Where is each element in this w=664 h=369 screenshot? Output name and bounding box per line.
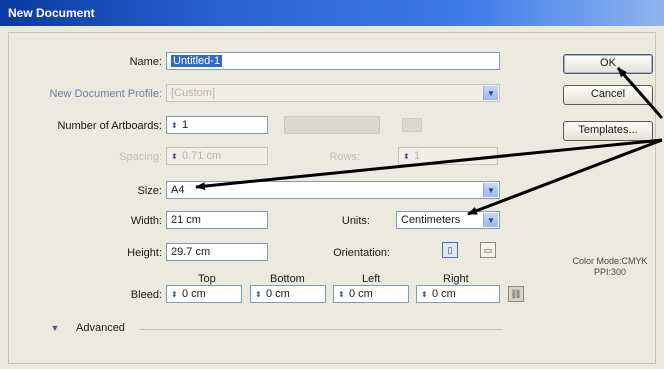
new-document-dialog: Name: Untitled-1 New Document Profile: [… — [0, 26, 664, 369]
size-select[interactable]: A4 ▼ — [166, 181, 500, 199]
spin-arrows-icon[interactable]: ⬍ — [171, 121, 179, 130]
height-label: Height: — [127, 247, 162, 259]
bleed-right-field[interactable]: ⬍ 0 cm — [416, 285, 500, 303]
rows-value: 1 — [414, 150, 421, 162]
spin-arrows-icon[interactable]: ⬍ — [171, 290, 179, 299]
units-value: Centimeters — [401, 214, 461, 226]
bleed-left-field[interactable]: ⬍ 0 cm — [333, 285, 409, 303]
artboards-value: 1 — [182, 119, 189, 131]
profile-value: [Custom] — [171, 87, 216, 99]
name-label: Name: — [129, 56, 162, 68]
bleed-right-value: 0 cm — [432, 288, 456, 300]
bleed-bottom-value: 0 cm — [266, 288, 290, 300]
rows-label: Rows: — [329, 151, 360, 163]
name-value: Untitled-1 — [171, 55, 223, 67]
artboards-label: Number of Artboards: — [57, 120, 162, 132]
ppi-text: PPI:300 — [593, 267, 627, 277]
portrait-orientation-icon[interactable]: ▯ — [442, 242, 458, 258]
spacing-value: 0.71 cm — [182, 150, 222, 162]
bleed-bottom-field[interactable]: ⬍ 0 cm — [250, 285, 326, 303]
height-field[interactable]: 29.7 cm — [166, 243, 268, 261]
advanced-label[interactable]: Advanced — [76, 322, 125, 334]
chevron-down-icon: ▼ — [483, 86, 498, 100]
bleed-right-label: Right — [443, 273, 469, 285]
width-value: 21 cm — [171, 214, 201, 226]
size-label: Size: — [137, 185, 162, 197]
window-title: New Document — [8, 6, 95, 20]
height-value: 29.7 cm — [171, 246, 211, 258]
chevron-down-icon: ▼ — [483, 183, 498, 197]
bleed-top-value: 0 cm — [182, 288, 206, 300]
spacing-field[interactable]: ⬍ 0.71 cm — [166, 147, 268, 165]
name-field[interactable]: Untitled-1 — [166, 52, 500, 70]
spin-arrows-icon[interactable]: ⬍ — [338, 290, 346, 299]
spin-arrows-icon[interactable]: ⬍ — [421, 290, 429, 299]
advanced-divider — [140, 329, 502, 330]
cancel-button[interactable]: Cancel — [563, 85, 653, 105]
landscape-orientation-icon[interactable]: ▭ — [480, 242, 496, 258]
bleed-left-value: 0 cm — [349, 288, 373, 300]
units-select[interactable]: Centimeters ▼ — [396, 211, 500, 229]
ok-button[interactable]: OK — [563, 54, 653, 74]
rows-field[interactable]: ⬍ 1 — [398, 147, 498, 165]
chain-link-icon[interactable]: ⛓ — [508, 286, 524, 302]
width-field[interactable]: 21 cm — [166, 211, 268, 229]
bleed-top-field[interactable]: ⬍ 0 cm — [166, 285, 242, 303]
profile-select[interactable]: [Custom] ▼ — [166, 84, 500, 102]
size-value: A4 — [171, 184, 185, 196]
spacing-label: Spacing: — [119, 151, 162, 163]
document-info: Color Mode:CMYK PPI:300 — [562, 256, 658, 278]
spin-arrows-icon[interactable]: ⬍ — [255, 290, 263, 299]
window-title-bar: New Document — [0, 0, 664, 26]
artboard-layout-buttons — [284, 116, 380, 134]
width-label: Width: — [130, 215, 162, 227]
expand-triangle-icon[interactable]: ▼ — [48, 321, 62, 335]
artboards-field[interactable]: ⬍ 1 — [166, 116, 268, 134]
profile-label: New Document Profile: — [49, 88, 163, 100]
chevron-down-icon: ▼ — [483, 213, 498, 227]
templates-button[interactable]: Templates... — [563, 121, 653, 141]
color-mode-text: Color Mode:CMYK — [572, 256, 648, 266]
orientation-label: Orientation: — [333, 247, 390, 259]
bleed-bottom-label: Bottom — [270, 273, 305, 285]
arrange-order-button — [402, 118, 422, 132]
bleed-left-label: Left — [362, 273, 381, 285]
units-label: Units: — [341, 215, 370, 227]
bleed-label: Bleed: — [130, 289, 162, 301]
bleed-top-label: Top — [198, 273, 216, 285]
